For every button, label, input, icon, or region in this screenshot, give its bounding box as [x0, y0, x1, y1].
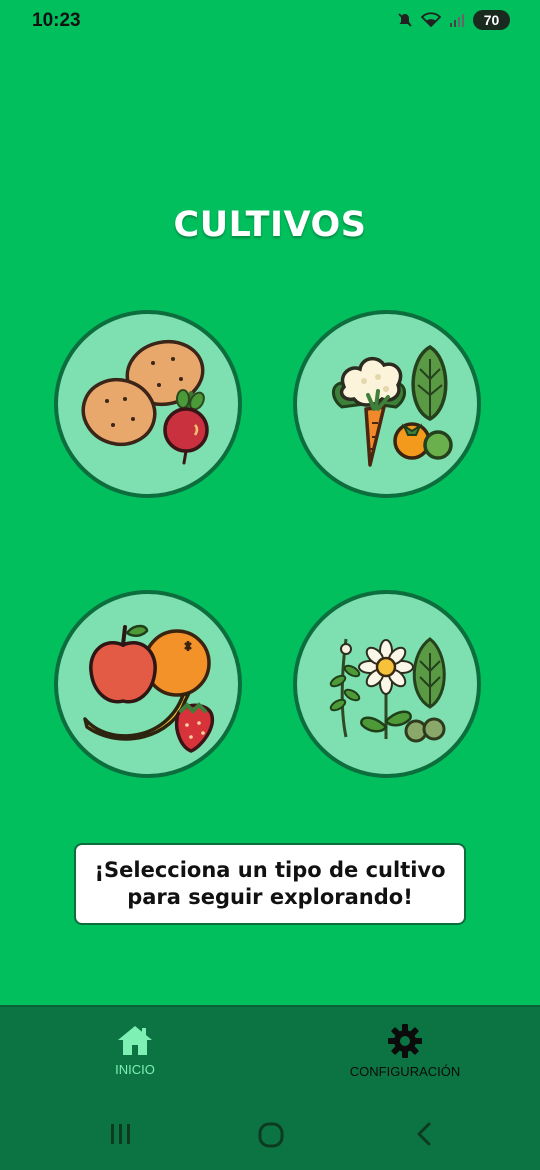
status-time: 10:23: [32, 10, 81, 31]
recent-apps-button[interactable]: [108, 1121, 134, 1151]
instruction-text: ¡Selecciona un tipo de cultivo para segu…: [94, 857, 446, 909]
bottom-navigation: INICIO CONFIGURACIÓN: [0, 1005, 540, 1101]
category-tuberculos-button[interactable]: [54, 310, 242, 498]
page-title: CULTIVOS: [173, 205, 367, 245]
home-system-button[interactable]: [257, 1121, 285, 1153]
gear-icon: [388, 1024, 422, 1058]
nav-home-label: INICIO: [115, 1062, 155, 1077]
back-arrow-icon: [417, 1122, 431, 1146]
home-circle-icon: [258, 1122, 284, 1148]
category-aromaticas-button[interactable]: [293, 590, 481, 778]
herbs-flowers-icon: [329, 637, 446, 743]
mute-icon: [398, 13, 412, 27]
potatoes-beet-icon: [81, 339, 209, 465]
wifi-icon: [421, 12, 441, 28]
status-icons: 70: [397, 10, 510, 30]
instruction-message: ¡Selecciona un tipo de cultivo para segu…: [74, 843, 466, 925]
back-button[interactable]: [412, 1121, 436, 1151]
status-bar: 10:23 70: [0, 0, 540, 42]
system-navigation-bar: [0, 1099, 540, 1170]
nav-home-tab[interactable]: INICIO: [90, 1023, 180, 1077]
vegetables-icon: [332, 344, 453, 467]
home-icon: [118, 1026, 152, 1055]
signal-icon: [450, 14, 464, 27]
category-hortalizas-button[interactable]: [293, 310, 481, 498]
battery-indicator: 70: [473, 10, 510, 30]
recent-apps-icon: [111, 1124, 130, 1144]
category-frutas-button[interactable]: [54, 590, 242, 778]
nav-settings-tab[interactable]: CONFIGURACIÓN: [330, 1023, 480, 1079]
nav-settings-label: CONFIGURACIÓN: [349, 1064, 461, 1079]
fruits-icon: [83, 624, 215, 753]
